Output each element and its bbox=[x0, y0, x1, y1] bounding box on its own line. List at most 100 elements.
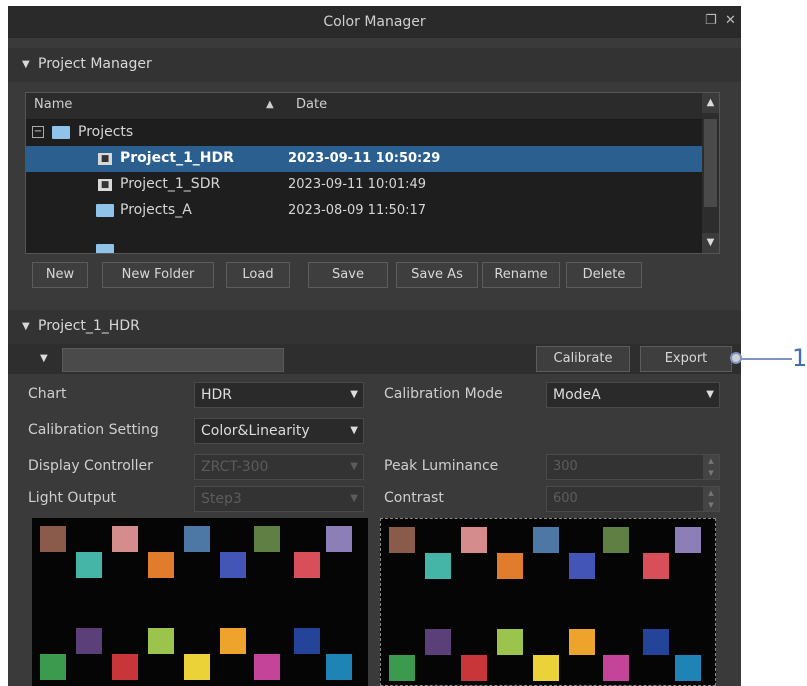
callout-line bbox=[737, 358, 792, 360]
title-bar: Color Manager ❐ ✕ bbox=[8, 6, 741, 38]
contrast-value: 600 bbox=[553, 491, 578, 506]
tree-header: Name ▲ Date bbox=[26, 93, 702, 120]
restore-icon[interactable]: ❐ bbox=[705, 13, 717, 28]
rename-button[interactable]: Rename bbox=[482, 262, 560, 288]
color-swatch bbox=[569, 553, 595, 579]
row-name: Projects_A bbox=[120, 202, 192, 218]
save-as-button[interactable]: Save As bbox=[396, 262, 478, 288]
display-controller-label: Display Controller bbox=[28, 458, 153, 474]
sort-ascending-icon[interactable]: ▲ bbox=[266, 99, 274, 110]
color-swatch bbox=[425, 629, 451, 655]
color-swatch bbox=[425, 553, 451, 579]
chevron-down-icon: ▼ bbox=[350, 461, 358, 472]
project-manager-header[interactable]: ▼ Project Manager bbox=[8, 48, 741, 82]
peak-luminance-value: 300 bbox=[553, 459, 578, 474]
project-tree[interactable]: Name ▲ Date − Projects ■ Project_1_HDR 2… bbox=[25, 92, 720, 254]
project-section-header[interactable]: ▼ Project_1_HDR bbox=[8, 310, 741, 344]
scroll-thumb[interactable] bbox=[704, 119, 717, 207]
project-manager-title: Project Manager bbox=[38, 56, 152, 72]
color-swatch bbox=[254, 654, 280, 680]
contrast-label: Contrast bbox=[384, 490, 444, 506]
delete-button[interactable]: Delete bbox=[566, 262, 642, 288]
color-swatch bbox=[569, 629, 595, 655]
color-swatch bbox=[112, 654, 138, 680]
calibrate-button[interactable]: Calibrate bbox=[536, 346, 630, 372]
folder-icon bbox=[96, 204, 114, 217]
scroll-up-icon[interactable]: ▲ bbox=[702, 93, 719, 113]
tree-scrollbar[interactable]: ▲ ▼ bbox=[702, 93, 719, 253]
project-section-title: Project_1_HDR bbox=[38, 318, 140, 334]
project-icon: ■ bbox=[98, 179, 112, 191]
color-swatch bbox=[40, 654, 66, 680]
tree-item-label: Projects bbox=[78, 124, 134, 140]
color-swatch bbox=[294, 552, 320, 578]
color-swatch bbox=[148, 628, 174, 654]
collapse-triangle-icon: ▼ bbox=[22, 59, 30, 70]
load-button[interactable]: Load bbox=[226, 262, 290, 288]
project-name-field[interactable] bbox=[62, 348, 284, 372]
color-swatch bbox=[76, 628, 102, 654]
light-output-select: Step3 ▼ bbox=[194, 486, 364, 512]
color-swatch bbox=[389, 655, 415, 681]
collapse-triangle-icon: ▼ bbox=[22, 321, 30, 332]
color-swatch bbox=[326, 654, 352, 680]
folder-icon bbox=[52, 126, 70, 139]
color-swatch bbox=[643, 553, 669, 579]
color-swatch bbox=[461, 655, 487, 681]
chart-select[interactable]: HDR ▼ bbox=[194, 382, 364, 408]
calibration-setting-value: Color&Linearity bbox=[201, 423, 310, 439]
color-swatch bbox=[643, 629, 669, 655]
color-swatch bbox=[675, 527, 701, 553]
row-date: 2023-08-09 11:50:17 bbox=[288, 203, 427, 218]
project-toolbar: ▼ Calibrate Export bbox=[8, 344, 741, 374]
display-controller-select: ZRCT-300 ▼ bbox=[194, 454, 364, 480]
color-swatch bbox=[148, 552, 174, 578]
project-icon: ■ bbox=[98, 153, 112, 165]
table-row[interactable]: ■ Project_1_SDR 2023-09-11 10:01:49 bbox=[26, 172, 702, 198]
color-swatch bbox=[533, 655, 559, 681]
new-button[interactable]: New bbox=[32, 262, 88, 288]
row-name: Project_1_HDR bbox=[120, 150, 234, 166]
light-output-value: Step3 bbox=[201, 491, 242, 507]
display-controller-value: ZRCT-300 bbox=[201, 459, 269, 475]
dropdown-triangle-icon[interactable]: ▼ bbox=[40, 353, 48, 364]
color-swatch bbox=[220, 628, 246, 654]
close-icon[interactable]: ✕ bbox=[725, 13, 736, 28]
folder-icon bbox=[96, 244, 114, 253]
color-chart-preview-left bbox=[32, 518, 368, 686]
calibration-mode-select[interactable]: ModeA ▼ bbox=[546, 382, 720, 408]
color-swatch bbox=[294, 628, 320, 654]
new-folder-button[interactable]: New Folder bbox=[102, 262, 214, 288]
chevron-down-icon: ▼ bbox=[350, 425, 358, 436]
save-button[interactable]: Save bbox=[308, 262, 388, 288]
column-name[interactable]: Name bbox=[34, 97, 72, 112]
color-swatch bbox=[184, 654, 210, 680]
color-swatch bbox=[675, 655, 701, 681]
export-button[interactable]: Export bbox=[640, 346, 732, 372]
collapse-minus-icon[interactable]: − bbox=[32, 126, 44, 138]
color-swatch bbox=[220, 552, 246, 578]
calibration-setting-select[interactable]: Color&Linearity ▼ bbox=[194, 418, 364, 444]
color-swatch bbox=[603, 527, 629, 553]
tree-row-projects[interactable]: − Projects bbox=[26, 120, 702, 146]
table-row[interactable]: Projects_A 2023-08-09 11:50:17 bbox=[26, 198, 702, 224]
color-swatch bbox=[389, 527, 415, 553]
column-date[interactable]: Date bbox=[296, 97, 327, 112]
window-title: Color Manager bbox=[323, 14, 426, 30]
row-date: 2023-09-11 10:50:29 bbox=[288, 151, 441, 166]
row-date: 2023-09-11 10:01:49 bbox=[288, 177, 427, 192]
color-swatch bbox=[112, 526, 138, 552]
table-row[interactable]: ■ Project_1_HDR 2023-09-11 10:50:29 bbox=[26, 146, 702, 172]
calibration-mode-value: ModeA bbox=[553, 387, 601, 403]
contrast-spinbox: 600 ▲ ▼ bbox=[546, 486, 720, 512]
color-swatch bbox=[497, 629, 523, 655]
color-swatch bbox=[603, 655, 629, 681]
color-swatch bbox=[184, 526, 210, 552]
chevron-down-icon: ▼ bbox=[706, 389, 714, 400]
light-output-label: Light Output bbox=[28, 490, 117, 506]
color-swatch bbox=[76, 552, 102, 578]
scroll-down-icon[interactable]: ▼ bbox=[702, 233, 719, 253]
peak-luminance-label: Peak Luminance bbox=[384, 458, 499, 474]
chart-select-value: HDR bbox=[201, 387, 233, 403]
table-row-partial[interactable] bbox=[26, 224, 702, 253]
